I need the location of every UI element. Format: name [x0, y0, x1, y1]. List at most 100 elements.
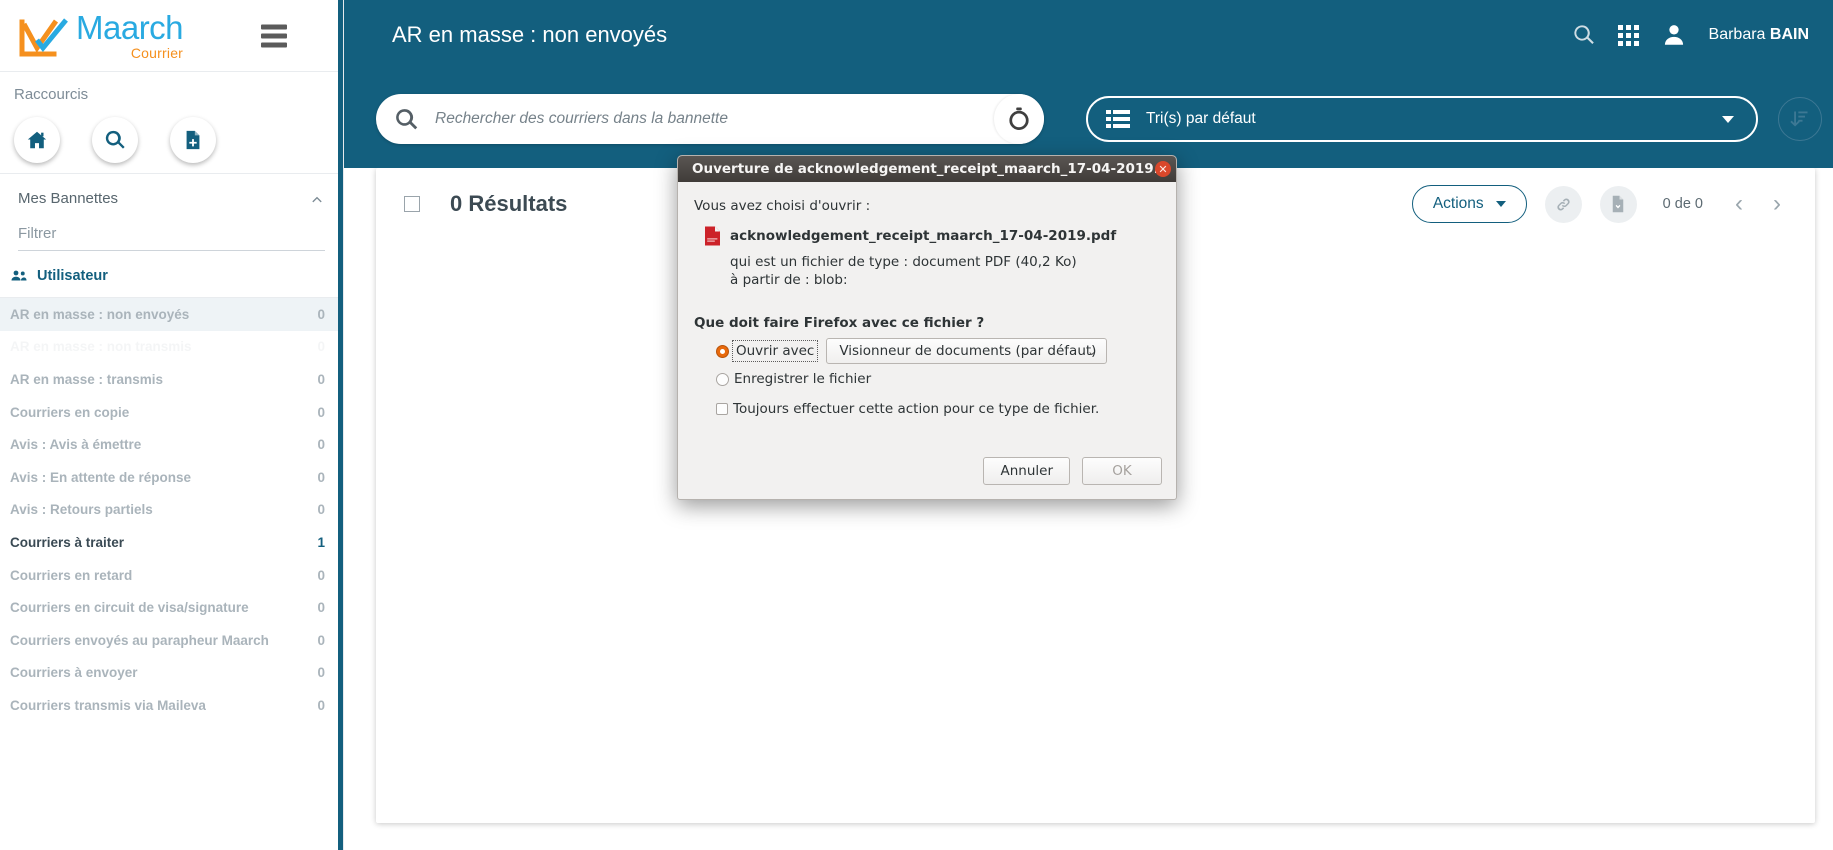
dialog-question: Que doit faire Firefox avec ce fichier ? [694, 315, 985, 332]
bannette-item[interactable]: Courriers en circuit de visa/signature 0 [0, 591, 343, 624]
bannette-item[interactable]: Avis : En attente de réponse 0 [0, 461, 343, 494]
shortcut-new-document-button[interactable] [170, 117, 216, 163]
dialog-body: Vous avez choisi d'ouvrir : acknowledgem… [678, 182, 1176, 423]
grid-dot [1617, 24, 1623, 30]
pagination-next-button[interactable]: › [1767, 192, 1787, 216]
sidebar-toggle-button[interactable] [261, 20, 287, 51]
ok-button[interactable]: OK [1082, 457, 1162, 485]
copy-link-button[interactable] [1544, 185, 1582, 223]
dialog-footer: Annuler OK [983, 457, 1162, 485]
link-icon [1557, 197, 1570, 211]
bannette-item[interactable]: AR en masse : transmis 0 [0, 363, 343, 396]
shortcut-search-button[interactable] [92, 117, 138, 163]
bannette-item-count: 0 [317, 697, 325, 713]
shortcuts-row [0, 117, 343, 163]
maarch-logo-icon [19, 18, 68, 57]
bannette-item[interactable]: Courriers en copie 0 [0, 396, 343, 429]
sort-direction-button[interactable] [1778, 97, 1822, 141]
dialog-file-row: acknowledgement_receipt_maarch_17-04-201… [704, 226, 1160, 246]
bannette-item[interactable]: Avis : Retours partiels 0 [0, 494, 343, 527]
user-avatar-button[interactable] [1661, 22, 1687, 48]
document-download-icon [1612, 195, 1624, 213]
grid-dot [1633, 40, 1639, 46]
sort-descending-icon [1790, 111, 1808, 127]
app-root: Maarch Courrier Raccourcis Mes Bannettes… [0, 0, 1833, 850]
bannette-item-count: 0 [317, 404, 325, 420]
dialog-filename: acknowledgement_receipt_maarch_17-04-201… [730, 228, 1117, 244]
bannette-item-label: Courriers envoyés au parapheur Maarch [10, 632, 269, 648]
bannette-item[interactable]: AR en masse : non transmis 0 [0, 331, 343, 364]
cancel-button[interactable]: Annuler [983, 457, 1070, 485]
bannette-item-count: 0 [317, 600, 325, 616]
shortcuts-section: Raccourcis [0, 72, 343, 174]
bannette-filter-input[interactable] [18, 219, 325, 251]
bannette-item[interactable]: Courriers à envoyer 0 [0, 657, 343, 690]
results-toolbar-actions: Actions 0 de 0 ‹ › [1411, 185, 1787, 223]
bannette-item-label: Courriers en circuit de visa/signature [10, 600, 249, 616]
brand-subtitle: Courrier [130, 45, 184, 61]
save-file-label[interactable]: Enregistrer le fichier [734, 371, 871, 387]
bannette-item[interactable]: Courriers en retard 0 [0, 559, 343, 592]
sort-dropdown[interactable]: Tri(s) par défaut [1086, 96, 1758, 142]
sort-selected-label: Tri(s) par défaut [1146, 110, 1256, 127]
bannette-item-label: Avis : Avis à émettre [10, 437, 142, 453]
sidebar: Maarch Courrier Raccourcis Mes Bannettes… [0, 0, 344, 850]
user-name-label[interactable]: Barbara BAIN [1709, 26, 1809, 44]
pagination-count: 0 de 0 [1662, 196, 1703, 212]
users-group-icon [11, 270, 27, 281]
bannette-item[interactable]: Courriers à traiter 1 [0, 526, 343, 559]
bannette-item[interactable]: Courriers transmis via Maileva 0 [0, 689, 343, 722]
radio-dot [720, 348, 725, 354]
grid-dot [1633, 32, 1639, 38]
bannette-item-count: 0 [317, 306, 325, 322]
shortcut-home-button[interactable] [14, 117, 60, 163]
chevron-up-icon [312, 196, 322, 202]
open-with-label[interactable]: Ouvrir avec [731, 340, 819, 363]
apps-grid-button[interactable] [1617, 24, 1639, 46]
bannette-item-label: Courriers à traiter [10, 534, 125, 550]
bannette-item[interactable]: AR en masse : non envoyés 0 [0, 298, 343, 331]
grid-dot [1617, 32, 1623, 38]
user-last-name: BAIN [1769, 26, 1809, 43]
hamburger-bar [261, 24, 287, 29]
always-do-this-label[interactable]: Toujours effectuer cette action pour ce … [733, 401, 1099, 417]
export-document-button[interactable] [1599, 185, 1637, 223]
pagination-prev-button[interactable]: ‹ [1729, 192, 1749, 216]
always-do-this-checkbox[interactable] [716, 403, 728, 416]
search-timer-button[interactable] [994, 94, 1044, 144]
pdf-file-icon [705, 226, 720, 246]
dialog-titlebar[interactable]: Ouverture de acknowledgement_receipt_maa… [678, 156, 1176, 182]
top-header-bar: AR en masse : non envoyés Barbara BAIN [344, 0, 1833, 70]
bannette-item-count: 0 [317, 339, 325, 355]
open-with-radio[interactable] [716, 344, 729, 358]
chevron-down-icon [1495, 201, 1506, 207]
results-count-label: 0 Résultats [450, 191, 568, 216]
bannettes-header[interactable]: Mes Bannettes [0, 174, 343, 219]
bannette-item[interactable]: Avis : Avis à émettre 0 [0, 428, 343, 461]
search-input[interactable] [433, 109, 994, 129]
bannettes-title: Mes Bannettes [18, 190, 119, 207]
dialog-title: Ouverture de acknowledgement_receipt_maa… [692, 161, 1170, 177]
bannette-item-count: 0 [317, 371, 325, 387]
grid-dot [1633, 24, 1639, 30]
bannette-item-count: 0 [317, 437, 325, 453]
maarch-logo[interactable]: Maarch Courrier [18, 9, 184, 61]
select-all-checkbox[interactable] [404, 196, 420, 212]
hamburger-bar [261, 33, 287, 38]
bannette-group-header: Utilisateur [0, 253, 343, 298]
bannette-item-label: Courriers à envoyer [10, 665, 138, 681]
actions-button[interactable]: Actions [1411, 185, 1527, 223]
header-search-button[interactable] [1572, 23, 1596, 47]
open-with-row: Ouvrir avec Visionneur de documents (par… [716, 337, 1160, 365]
application-select[interactable]: Visionneur de documents (par défaut) ⌄ [826, 338, 1108, 365]
close-icon[interactable]: ✕ [1155, 161, 1171, 177]
bannette-item-count: 0 [317, 502, 325, 518]
user-first-name: Barbara [1708, 26, 1766, 43]
new-document-icon [186, 130, 200, 150]
grid-dot [1617, 40, 1623, 46]
bannette-item[interactable]: Courriers envoyés au parapheur Maarch 0 [0, 624, 343, 657]
save-file-radio[interactable] [716, 372, 729, 386]
search-icon [1573, 25, 1594, 44]
brand-name: Maarch [76, 9, 184, 46]
bannette-item-label: AR en masse : non envoyés [10, 306, 190, 322]
